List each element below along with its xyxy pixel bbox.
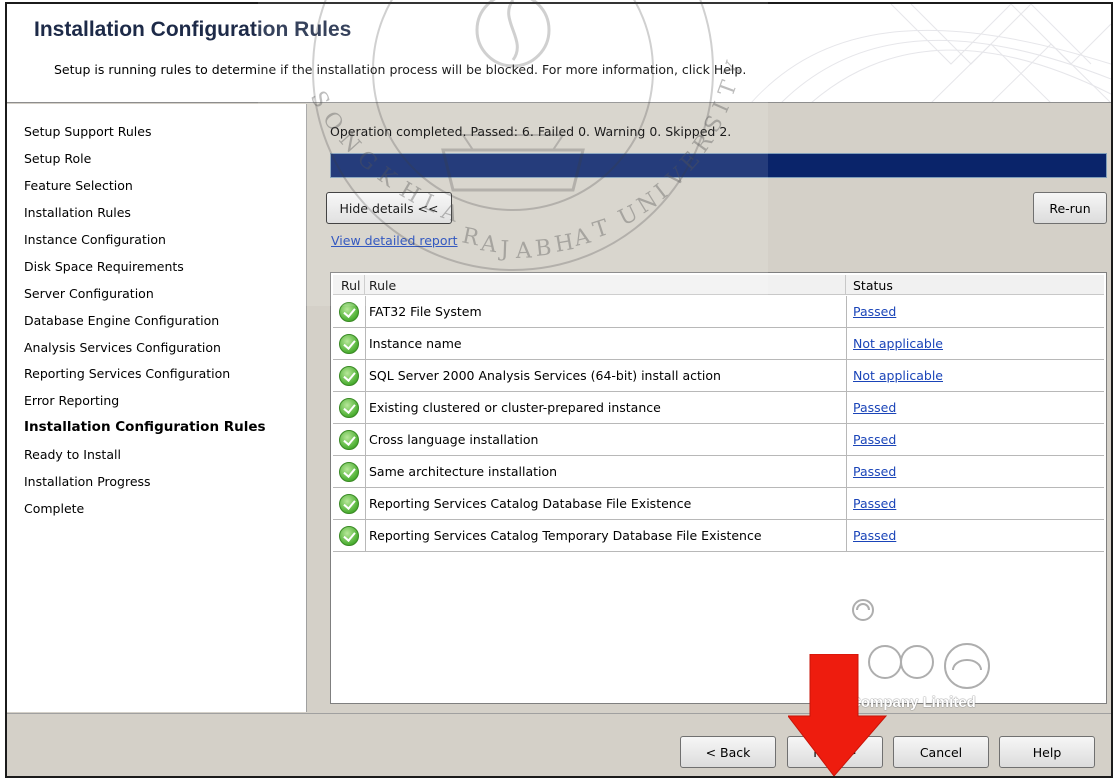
progress-bar: [330, 153, 1107, 178]
row-icon-cell: [333, 456, 365, 487]
header-decoration: [751, 4, 1111, 102]
nav-item-setup-role[interactable]: Setup Role: [24, 151, 91, 166]
status-link[interactable]: Not applicable: [853, 336, 943, 351]
table-row: FAT32 File System Passed: [333, 296, 1104, 328]
row-icon-cell: [333, 488, 365, 519]
row-icon-cell: [333, 424, 365, 455]
status-link[interactable]: Passed: [853, 496, 896, 511]
row-divider: [846, 488, 847, 519]
check-icon: [339, 365, 359, 386]
row-divider: [365, 392, 366, 423]
rules-panel: Operation completed. Passed: 6. Failed 0…: [308, 104, 1111, 712]
nav-item-ready-to-install[interactable]: Ready to Install: [24, 447, 121, 462]
help-button[interactable]: Help: [999, 736, 1095, 768]
row-divider: [365, 296, 366, 327]
wizard-button-bar: < Back Next > Cancel Help: [7, 713, 1111, 776]
rule-name: Cross language installation: [369, 432, 539, 447]
column-divider: [364, 275, 365, 295]
row-divider: [365, 520, 366, 551]
nav-item-server-configuration[interactable]: Server Configuration: [24, 286, 154, 301]
nav-item-analysis-services-configuration[interactable]: Analysis Services Configuration: [24, 340, 221, 355]
nav-item-installation-progress[interactable]: Installation Progress: [24, 474, 151, 489]
check-icon: [339, 301, 359, 322]
nav-item-disk-space-requirements[interactable]: Disk Space Requirements: [24, 259, 184, 274]
row-divider: [846, 360, 847, 391]
check-icon: [339, 397, 359, 418]
nav-item-feature-selection[interactable]: Feature Selection: [24, 178, 133, 193]
column-header-status[interactable]: Status: [853, 278, 893, 293]
nav-item-complete[interactable]: Complete: [24, 501, 84, 516]
table-row: Instance name Not applicable: [333, 328, 1104, 360]
hide-details-button[interactable]: Hide details <<: [326, 192, 452, 224]
status-link[interactable]: Passed: [853, 528, 896, 543]
check-icon: [339, 525, 359, 546]
nav-item-installation-rules[interactable]: Installation Rules: [24, 205, 131, 220]
page-title: Installation Configuration Rules: [34, 18, 352, 41]
table-row: Cross language installation Passed: [333, 424, 1104, 456]
nav-item-reporting-services-configuration[interactable]: Reporting Services Configuration: [24, 366, 230, 381]
nav-item-database-engine-configuration[interactable]: Database Engine Configuration: [24, 313, 219, 328]
row-divider: [846, 456, 847, 487]
rule-name: Instance name: [369, 336, 462, 351]
table-header: Rul Rule Status: [333, 275, 1104, 295]
rules-table: Rul Rule Status FAT32 File System Passed…: [330, 272, 1107, 704]
column-header-icon[interactable]: Rul: [341, 278, 361, 293]
status-link[interactable]: Not applicable: [853, 368, 943, 383]
rule-name: Same architecture installation: [369, 464, 558, 479]
row-divider: [365, 456, 366, 487]
status-link[interactable]: Passed: [853, 304, 896, 319]
table-row: Reporting Services Catalog Temporary Dat…: [333, 520, 1104, 552]
row-divider: [846, 296, 847, 327]
row-divider: [365, 488, 366, 519]
table-row: SQL Server 2000 Analysis Services (64-bi…: [333, 360, 1104, 392]
table-row: Existing clustered or cluster-prepared i…: [333, 392, 1104, 424]
row-icon-cell: [333, 360, 365, 391]
row-divider: [365, 360, 366, 391]
status-link[interactable]: Passed: [853, 400, 896, 415]
operation-status: Operation completed. Passed: 6. Failed 0…: [330, 124, 732, 139]
rule-name: SQL Server 2000 Analysis Services (64-bi…: [369, 368, 721, 383]
table-row: Same architecture installation Passed: [333, 456, 1104, 488]
row-divider: [365, 328, 366, 359]
status-link[interactable]: Passed: [853, 432, 896, 447]
row-icon-cell: [333, 296, 365, 327]
row-divider: [846, 328, 847, 359]
row-divider: [365, 424, 366, 455]
nav-item-instance-configuration[interactable]: Instance Configuration: [24, 232, 166, 247]
row-icon-cell: [333, 328, 365, 359]
nav-item-installation-configuration-rules[interactable]: Installation Configuration Rules: [24, 419, 266, 435]
row-divider: [846, 520, 847, 551]
nav-item-error-reporting[interactable]: Error Reporting: [24, 393, 119, 408]
column-header-rule[interactable]: Rule: [369, 278, 396, 293]
rule-name: Existing clustered or cluster-prepared i…: [369, 400, 661, 415]
page-subtitle: Setup is running rules to determine if t…: [54, 62, 747, 77]
check-icon: [339, 461, 359, 482]
table-row: Reporting Services Catalog Database File…: [333, 488, 1104, 520]
column-divider: [845, 275, 846, 295]
view-detailed-report-link[interactable]: View detailed report: [331, 233, 458, 248]
row-icon-cell: [333, 392, 365, 423]
header-banner: Installation Configuration Rules Setup i…: [7, 4, 1111, 103]
next-button[interactable]: Next >: [787, 736, 883, 768]
row-icon-cell: [333, 520, 365, 551]
back-button[interactable]: < Back: [680, 736, 776, 768]
row-divider: [846, 424, 847, 455]
rerun-button[interactable]: Re-run: [1033, 192, 1107, 224]
nav-item-setup-support-rules[interactable]: Setup Support Rules: [24, 124, 151, 139]
rule-name: FAT32 File System: [369, 304, 482, 319]
rule-name: Reporting Services Catalog Temporary Dat…: [369, 528, 762, 543]
check-icon: [339, 493, 359, 514]
status-link[interactable]: Passed: [853, 464, 896, 479]
cancel-button[interactable]: Cancel: [893, 736, 989, 768]
setup-window: Installation Configuration Rules Setup i…: [5, 2, 1113, 778]
row-divider: [846, 392, 847, 423]
rule-name: Reporting Services Catalog Database File…: [369, 496, 692, 511]
check-icon: [339, 333, 359, 354]
check-icon: [339, 429, 359, 450]
setup-steps-nav: Setup Support Rules Setup Role Feature S…: [7, 104, 307, 712]
